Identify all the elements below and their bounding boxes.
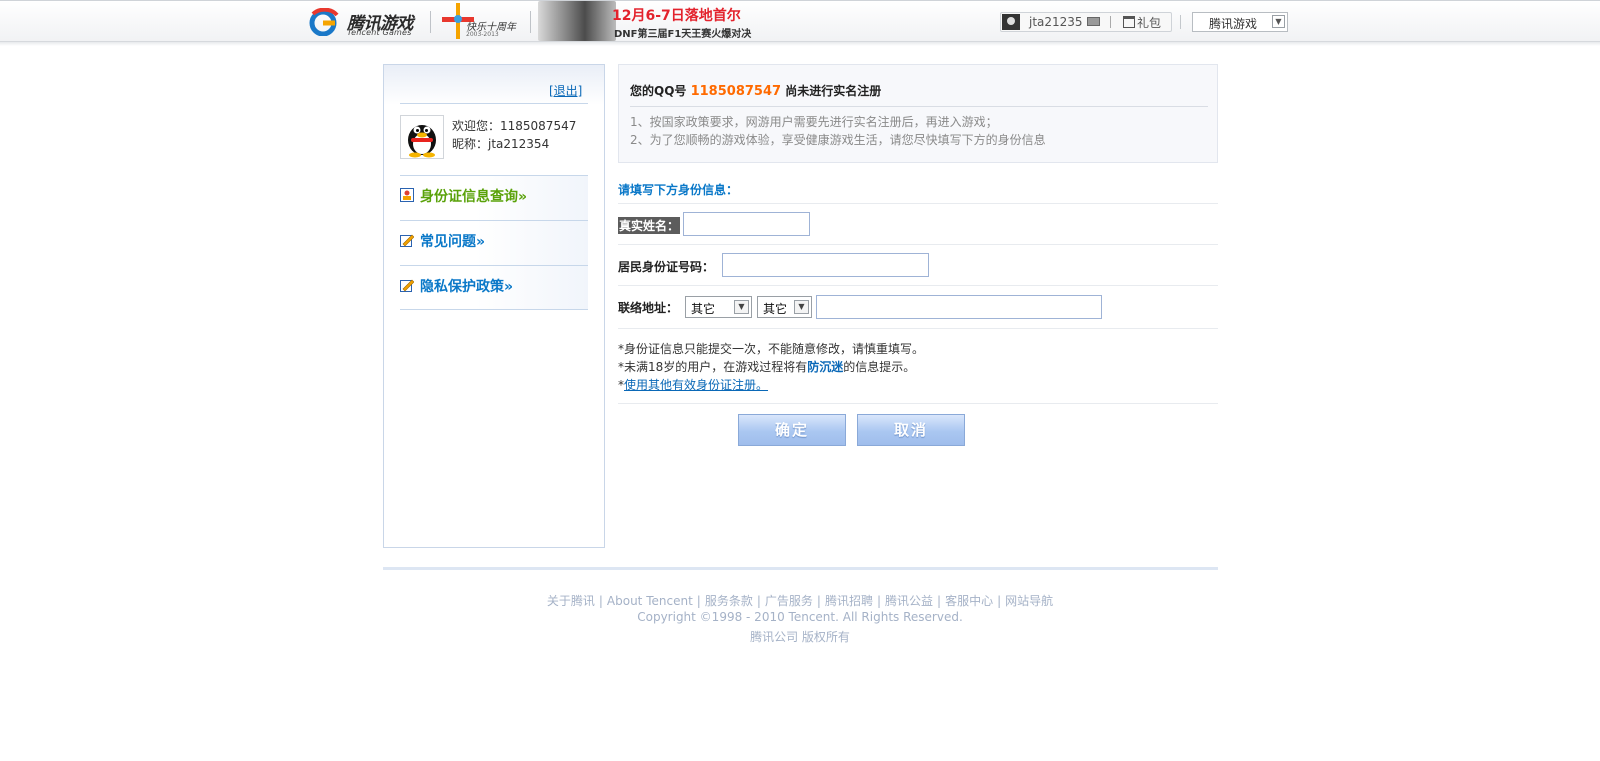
banner-subtitle: DNF第三届F1天王赛火爆对决 xyxy=(614,29,752,40)
form-section-title: 请填写下方身份信息： xyxy=(618,183,739,197)
top-bar: 腾讯游戏 Tencent Games 快乐十周年 2003-2013 12月6-… xyxy=(0,0,1600,42)
sidebar-divider xyxy=(400,103,588,104)
game-select[interactable]: 腾讯游戏 ▼ xyxy=(1192,12,1288,32)
other-id-register-link[interactable]: 使用其他有效身份证注册。 xyxy=(624,378,768,392)
sidebar-item-privacy[interactable]: 隐私保护政策» xyxy=(400,266,588,310)
real-name-label: 真实姓名： xyxy=(618,217,681,234)
note-other-id: *使用其他有效身份证注册。 xyxy=(618,376,768,393)
cancel-button[interactable]: 取消 xyxy=(857,414,965,446)
banner-headline: 12月6-7日落地首尔 xyxy=(612,8,741,24)
welcome-text: 欢迎您：1185087547 xyxy=(452,119,577,133)
pencil-icon xyxy=(400,234,414,247)
header-divider xyxy=(530,11,531,33)
form-divider xyxy=(618,403,1218,404)
mail-icon[interactable] xyxy=(1087,17,1100,26)
sidebar-item-label: 隐私保护政策» xyxy=(420,279,514,295)
anniversary-badge[interactable]: 快乐十周年 2003-2013 xyxy=(438,1,528,41)
tencent-games-logo[interactable]: 腾讯游戏 Tencent Games xyxy=(309,6,421,38)
confirm-button[interactable]: 确定 xyxy=(738,414,846,446)
footer-pipe: | xyxy=(696,594,701,608)
top-bar-shadow xyxy=(0,42,1600,46)
user-toolbar: jta21235 礼包 xyxy=(1000,12,1172,32)
pencil-icon xyxy=(400,279,414,292)
footer-link-sitemap[interactable]: 网站导航 xyxy=(1005,594,1053,608)
footer-divider xyxy=(383,567,1218,570)
footer-pipe: | xyxy=(876,594,882,608)
toolbar-divider xyxy=(1110,16,1111,28)
note-minor: *未满18岁的用户，在游戏过程将有防沉迷的信息提示。 xyxy=(618,358,915,375)
gift-icon[interactable] xyxy=(1123,16,1135,28)
id-number-label: 居民身份证号码： xyxy=(618,260,715,274)
user-avatar-icon[interactable] xyxy=(1002,14,1020,30)
chevron-down-icon[interactable]: ▼ xyxy=(1272,15,1285,28)
sidebar: [退出] 欢迎您：1185087547 昵称：jta212354 身份证信息查询… xyxy=(383,64,605,548)
owner-text: 腾讯公司 版权所有 xyxy=(750,630,850,644)
id-number-input[interactable] xyxy=(722,253,929,277)
chevron-down-icon[interactable]: ▼ xyxy=(794,300,809,314)
form-divider xyxy=(618,285,1218,286)
copyright-text: Copyright ©1998 - 2010 Tencent. All Righ… xyxy=(637,610,963,624)
header-divider xyxy=(1180,15,1181,29)
note-once-only: *身份证信息只能提交一次，不能随意修改，请慎重填写。 xyxy=(618,342,925,356)
address-label: 联络地址： xyxy=(618,301,679,315)
footer-link-ads[interactable]: 广告服务 xyxy=(765,594,813,608)
real-name-input[interactable] xyxy=(683,212,810,236)
footer-pipe: | xyxy=(937,594,942,608)
sidebar-item-faq[interactable]: 常见问题» xyxy=(400,221,588,265)
header-divider xyxy=(430,11,431,33)
notice-title: 您的QQ号 1185087547 尚未进行实名注册 xyxy=(630,82,881,99)
chevron-down-icon[interactable]: ▼ xyxy=(734,300,749,314)
logo-en-text: Tencent Games xyxy=(347,28,412,37)
qq-penguin-avatar xyxy=(400,115,444,159)
footer-link-jobs[interactable]: 腾讯招聘 xyxy=(825,594,873,608)
form-divider xyxy=(618,203,1218,204)
city-select-label: 其它 xyxy=(763,302,788,316)
footer-link-support[interactable]: 客服中心 xyxy=(945,594,993,608)
form-divider xyxy=(618,244,1218,245)
sidebar-item-label: 常见问题» xyxy=(420,234,486,250)
city-select[interactable]: 其它 ▼ xyxy=(757,296,812,318)
address-input[interactable] xyxy=(816,295,1102,319)
banner-photo xyxy=(538,1,616,41)
sidebar-divider xyxy=(400,309,588,310)
footer-pipe: | xyxy=(598,594,603,608)
notice-line-2: 2、为了您顺畅的游戏体验，享受健康游戏生活，请您尽快填写下方的身份信息 xyxy=(630,133,1046,147)
nickname-text: 昵称：jta212354 xyxy=(452,137,550,151)
footer-link-about[interactable]: 关于腾讯 xyxy=(547,594,595,608)
penguin-icon xyxy=(408,125,436,158)
province-select-label: 其它 xyxy=(691,302,716,316)
form-divider xyxy=(618,328,1218,329)
notice-suffix: 尚未进行实名注册 xyxy=(781,84,882,98)
gift-link[interactable]: 礼包 xyxy=(1137,14,1161,31)
footer-link-terms[interactable]: 服务条款 xyxy=(705,594,753,608)
footer-pipe: | xyxy=(756,594,761,608)
event-banner[interactable]: 12月6-7日落地首尔 DNF第三届F1天王赛火爆对决 xyxy=(538,1,753,41)
id-card-icon xyxy=(400,188,414,202)
note-minor-post: 的信息提示。 xyxy=(843,360,916,374)
logout-link[interactable]: [退出] xyxy=(549,82,582,99)
anti-addiction-text: 防沉迷 xyxy=(807,360,844,374)
sidebar-item-id-query[interactable]: 身份证信息查询» xyxy=(400,176,588,220)
notice-prefix: 您的QQ号 xyxy=(630,84,691,98)
footer-pipe: | xyxy=(816,594,821,608)
anniversary-years: 2003-2013 xyxy=(466,31,499,38)
game-select-label: 腾讯游戏 xyxy=(1209,17,1258,31)
sidebar-item-label: 身份证信息查询» xyxy=(420,189,528,205)
footer-link-about-en[interactable]: About Tencent xyxy=(607,594,693,608)
note-minor-pre: *未满18岁的用户，在游戏过程将有 xyxy=(618,360,808,374)
notice-divider xyxy=(630,106,1208,107)
footer-links: 关于腾讯 | About Tencent | 服务条款 | 广告服务 | 腾讯招聘 | 腾讯公益 | 客… xyxy=(0,592,1600,609)
tencent-logo-icon xyxy=(309,8,339,36)
province-select[interactable]: 其它 ▼ xyxy=(685,296,752,318)
registration-notice: 您的QQ号 1185087547 尚未进行实名注册 1、按国家政策要求，网游用户… xyxy=(618,64,1218,163)
notice-line-1: 1、按国家政策要求，网游用户需要先进行实名注册后，再进入游戏； xyxy=(630,115,998,129)
footer-link-charity[interactable]: 腾讯公益 xyxy=(885,594,933,608)
qq-number: 1185087547 xyxy=(690,84,782,99)
footer-pipe: | xyxy=(997,594,1002,608)
username-link[interactable]: jta21235 xyxy=(1029,15,1083,29)
